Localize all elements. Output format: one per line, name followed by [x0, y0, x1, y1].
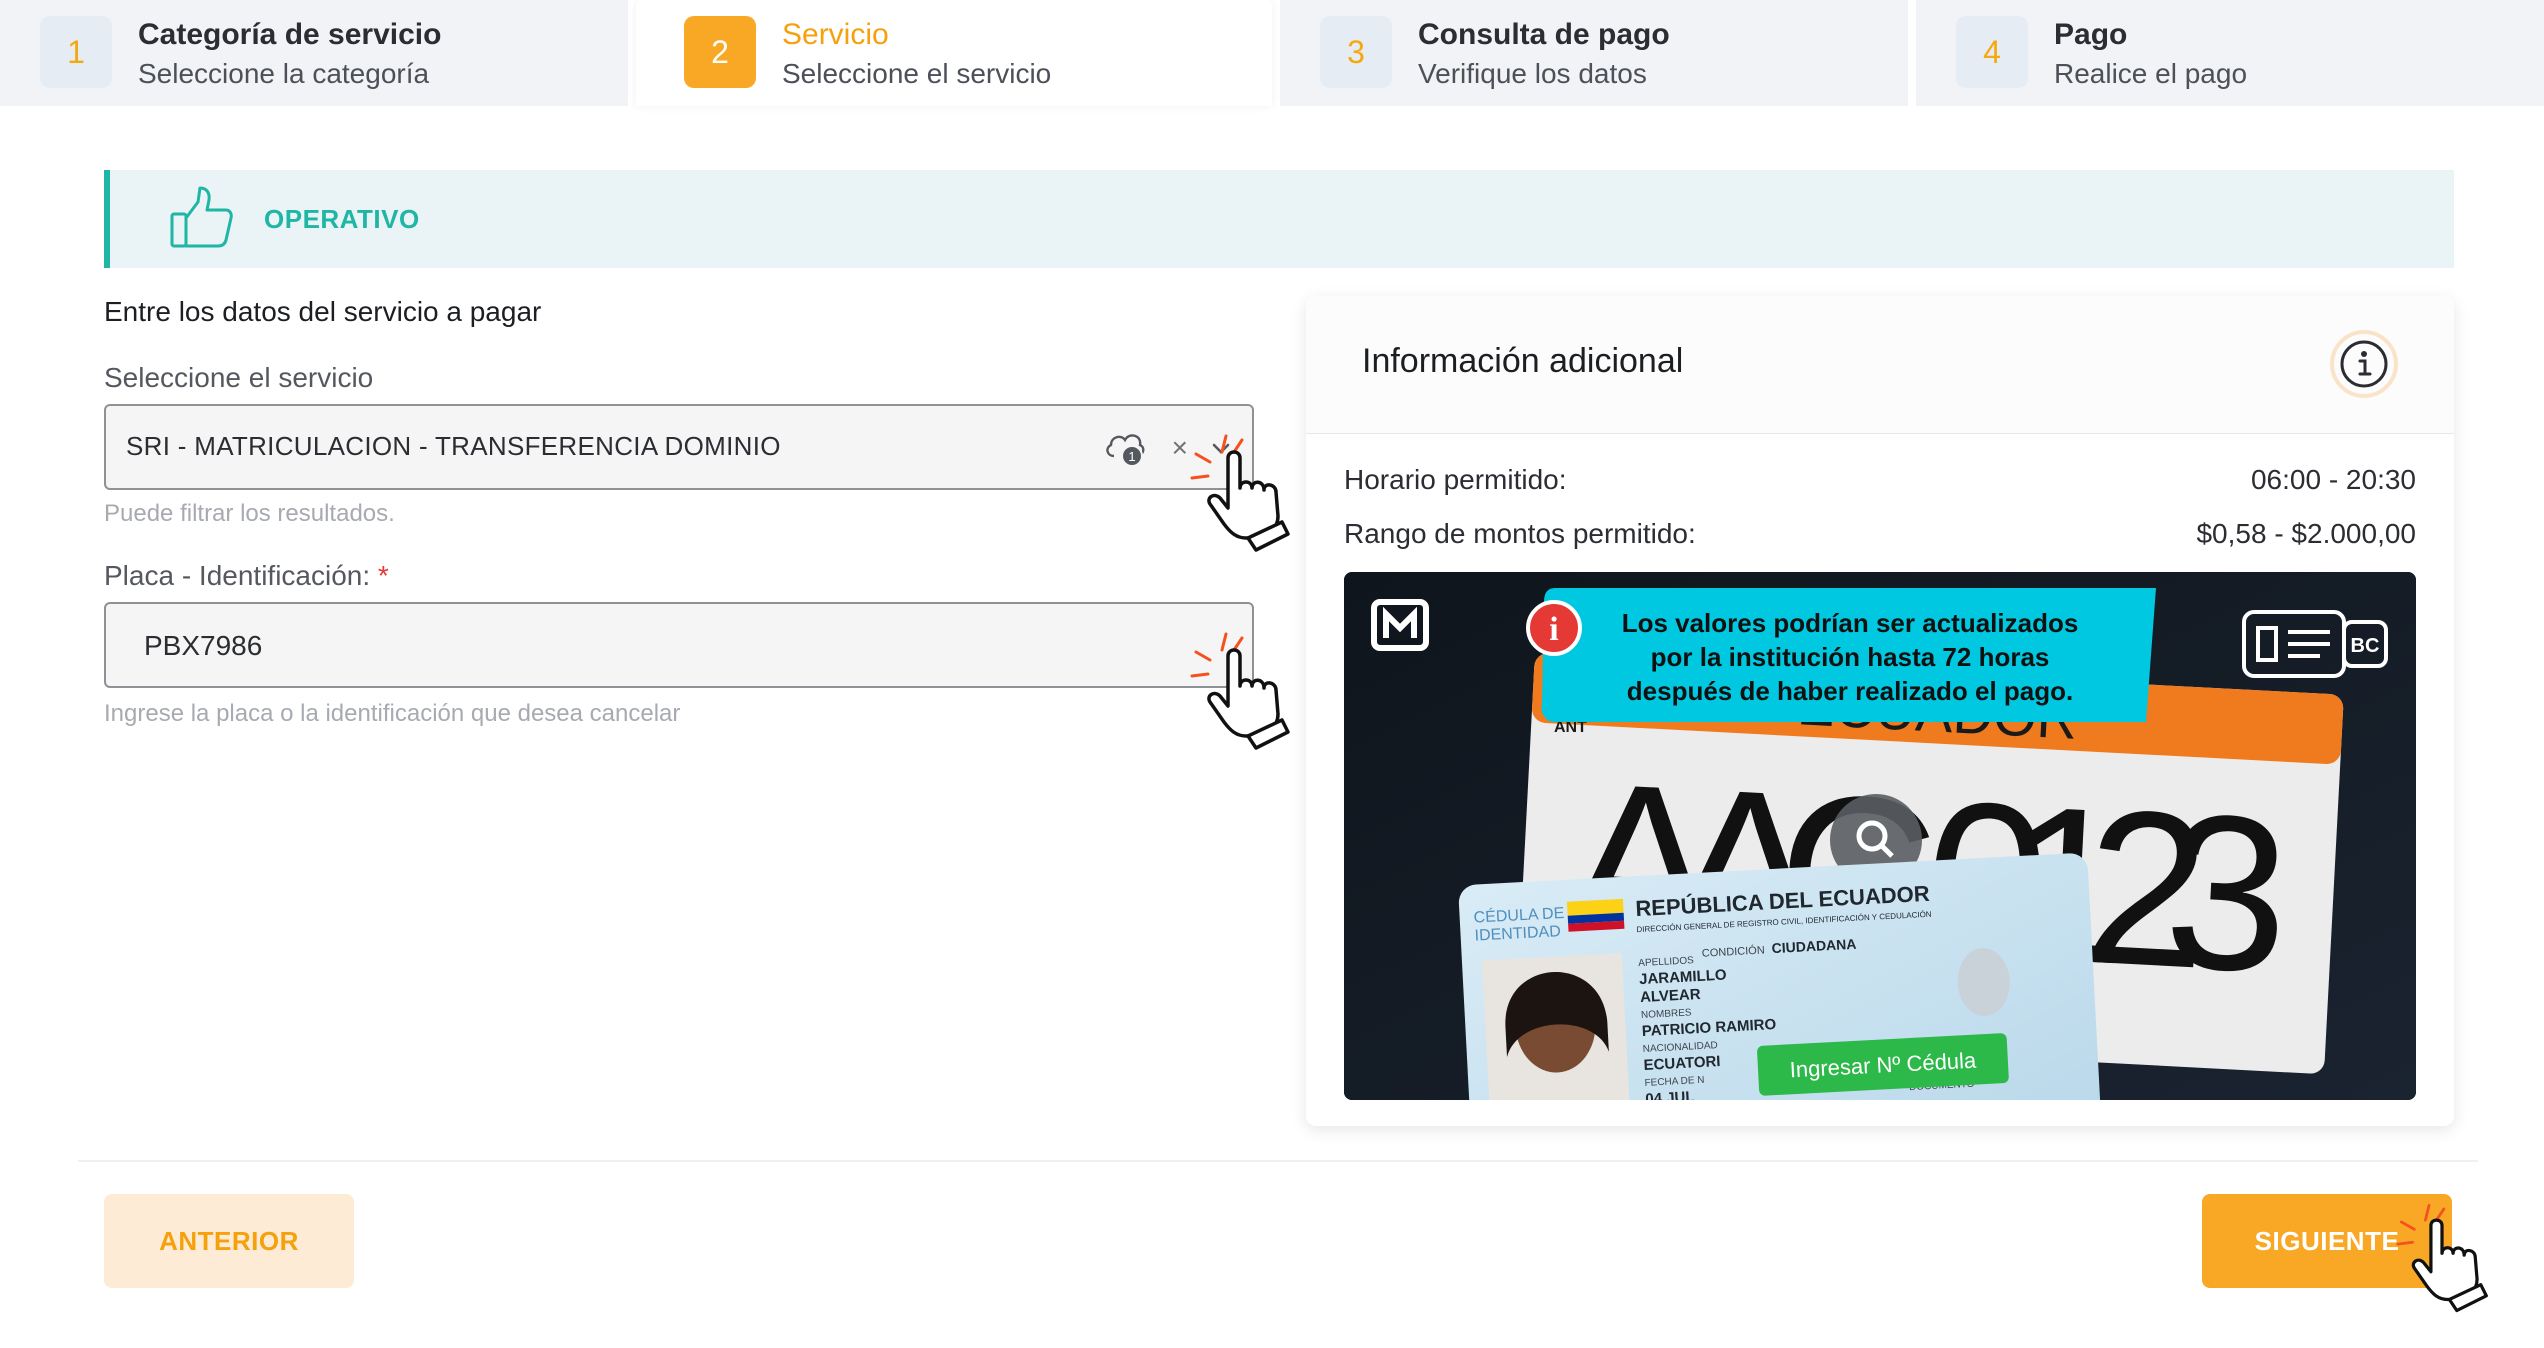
info-row-value: $0,58 - $2.000,00 — [2196, 518, 2416, 549]
step-subtitle: Realice el pago — [2054, 58, 2248, 89]
step-pago[interactable]: 4 Pago Realice el pago — [1916, 0, 2544, 106]
info-row-montos: Rango de montos permitido: $0,58 - $2.00… — [1344, 518, 2416, 550]
info-card-title: Información adicional — [1362, 342, 1684, 380]
thumbs-up-icon — [170, 186, 233, 248]
promo-notice-line: después de haber realizado el pago. — [1627, 676, 2073, 706]
info-icon[interactable] — [2330, 330, 2398, 398]
hand-pointer-icon — [1190, 434, 1290, 552]
plate-label: Placa - Identificación: * — [104, 560, 389, 591]
cloud-badge-icon: 1 — [1105, 434, 1145, 467]
step-title: Pago — [2054, 18, 2128, 51]
step-subtitle: Verifique los datos — [1418, 58, 1647, 89]
step-title: Servicio — [782, 18, 889, 51]
step-number: 4 — [1956, 16, 2028, 88]
plate-field[interactable] — [104, 602, 1254, 688]
step-categoria[interactable]: 1 Categoría de servicio Seleccione la ca… — [0, 0, 628, 106]
info-row-label: Horario permitido: — [1344, 464, 1567, 495]
alert-icon: i — [1549, 611, 1558, 648]
service-label: Seleccione el servicio — [104, 362, 374, 393]
id-birth: 04 JUL — [1645, 1088, 1695, 1100]
hand-pointer-icon — [1190, 632, 1290, 750]
clear-icon[interactable]: × — [1172, 434, 1188, 462]
required-mark: * — [377, 560, 389, 591]
step-consulta[interactable]: 3 Consulta de pago Verifique los datos — [1280, 0, 1908, 106]
service-select-value: SRI - MATRICULACION - TRANSFERENCIA DOMI… — [126, 431, 781, 461]
promo-image[interactable]: ECUADOR AAC-0123 ANT CÉDULA DE IDENTIDAD… — [1344, 572, 2416, 1100]
info-card: Información adicional Horario permitido:… — [1306, 296, 2454, 1126]
step-title: Categoría de servicio — [138, 18, 442, 51]
promo-illustration: ECUADOR AAC-0123 ANT CÉDULA DE IDENTIDAD… — [1344, 572, 2416, 1100]
info-row-horario: Horario permitido: 06:00 - 20:30 — [1344, 464, 2416, 496]
step-subtitle: Seleccione la categoría — [138, 58, 430, 89]
id-surname: ALVEAR — [1640, 986, 1702, 1006]
info-row-label: Rango de montos permitido: — [1344, 518, 1696, 549]
plate-input[interactable] — [144, 624, 1144, 668]
step-subtitle: Seleccione el servicio — [782, 58, 1052, 89]
stepper: 1 Categoría de servicio Seleccione la ca… — [0, 0, 2544, 106]
step-servicio[interactable]: 2 Servicio Seleccione el servicio — [636, 0, 1272, 106]
badge-count: 1 — [1128, 449, 1135, 464]
plate-hint: Ingrese la placa o la identificación que… — [104, 700, 681, 727]
step-number: 1 — [40, 16, 112, 88]
form-heading: Entre los datos del servicio a pagar — [104, 296, 542, 327]
promo-notice-line: por la institución hasta 72 horas — [1651, 642, 2050, 672]
status-label: OPERATIVO — [264, 204, 420, 234]
step-number: 3 — [1320, 16, 1392, 88]
service-hint: Puede filtrar los resultados. — [104, 500, 395, 527]
step-title: Consulta de pago — [1418, 18, 1670, 51]
status-banner: OPERATIVO — [104, 170, 2454, 268]
promo-notice-line: Los valores podrían ser actualizados — [1622, 608, 2079, 638]
previous-button[interactable]: ANTERIOR — [104, 1194, 354, 1288]
hand-pointer-icon — [2396, 1203, 2488, 1313]
footer-divider — [78, 1160, 2478, 1162]
info-row-value: 06:00 - 20:30 — [2250, 464, 2416, 495]
promo-tag: BC — [2351, 635, 2380, 657]
step-number: 2 — [684, 16, 756, 88]
service-select[interactable]: SRI - MATRICULACION - TRANSFERENCIA DOMI… — [104, 404, 1254, 490]
